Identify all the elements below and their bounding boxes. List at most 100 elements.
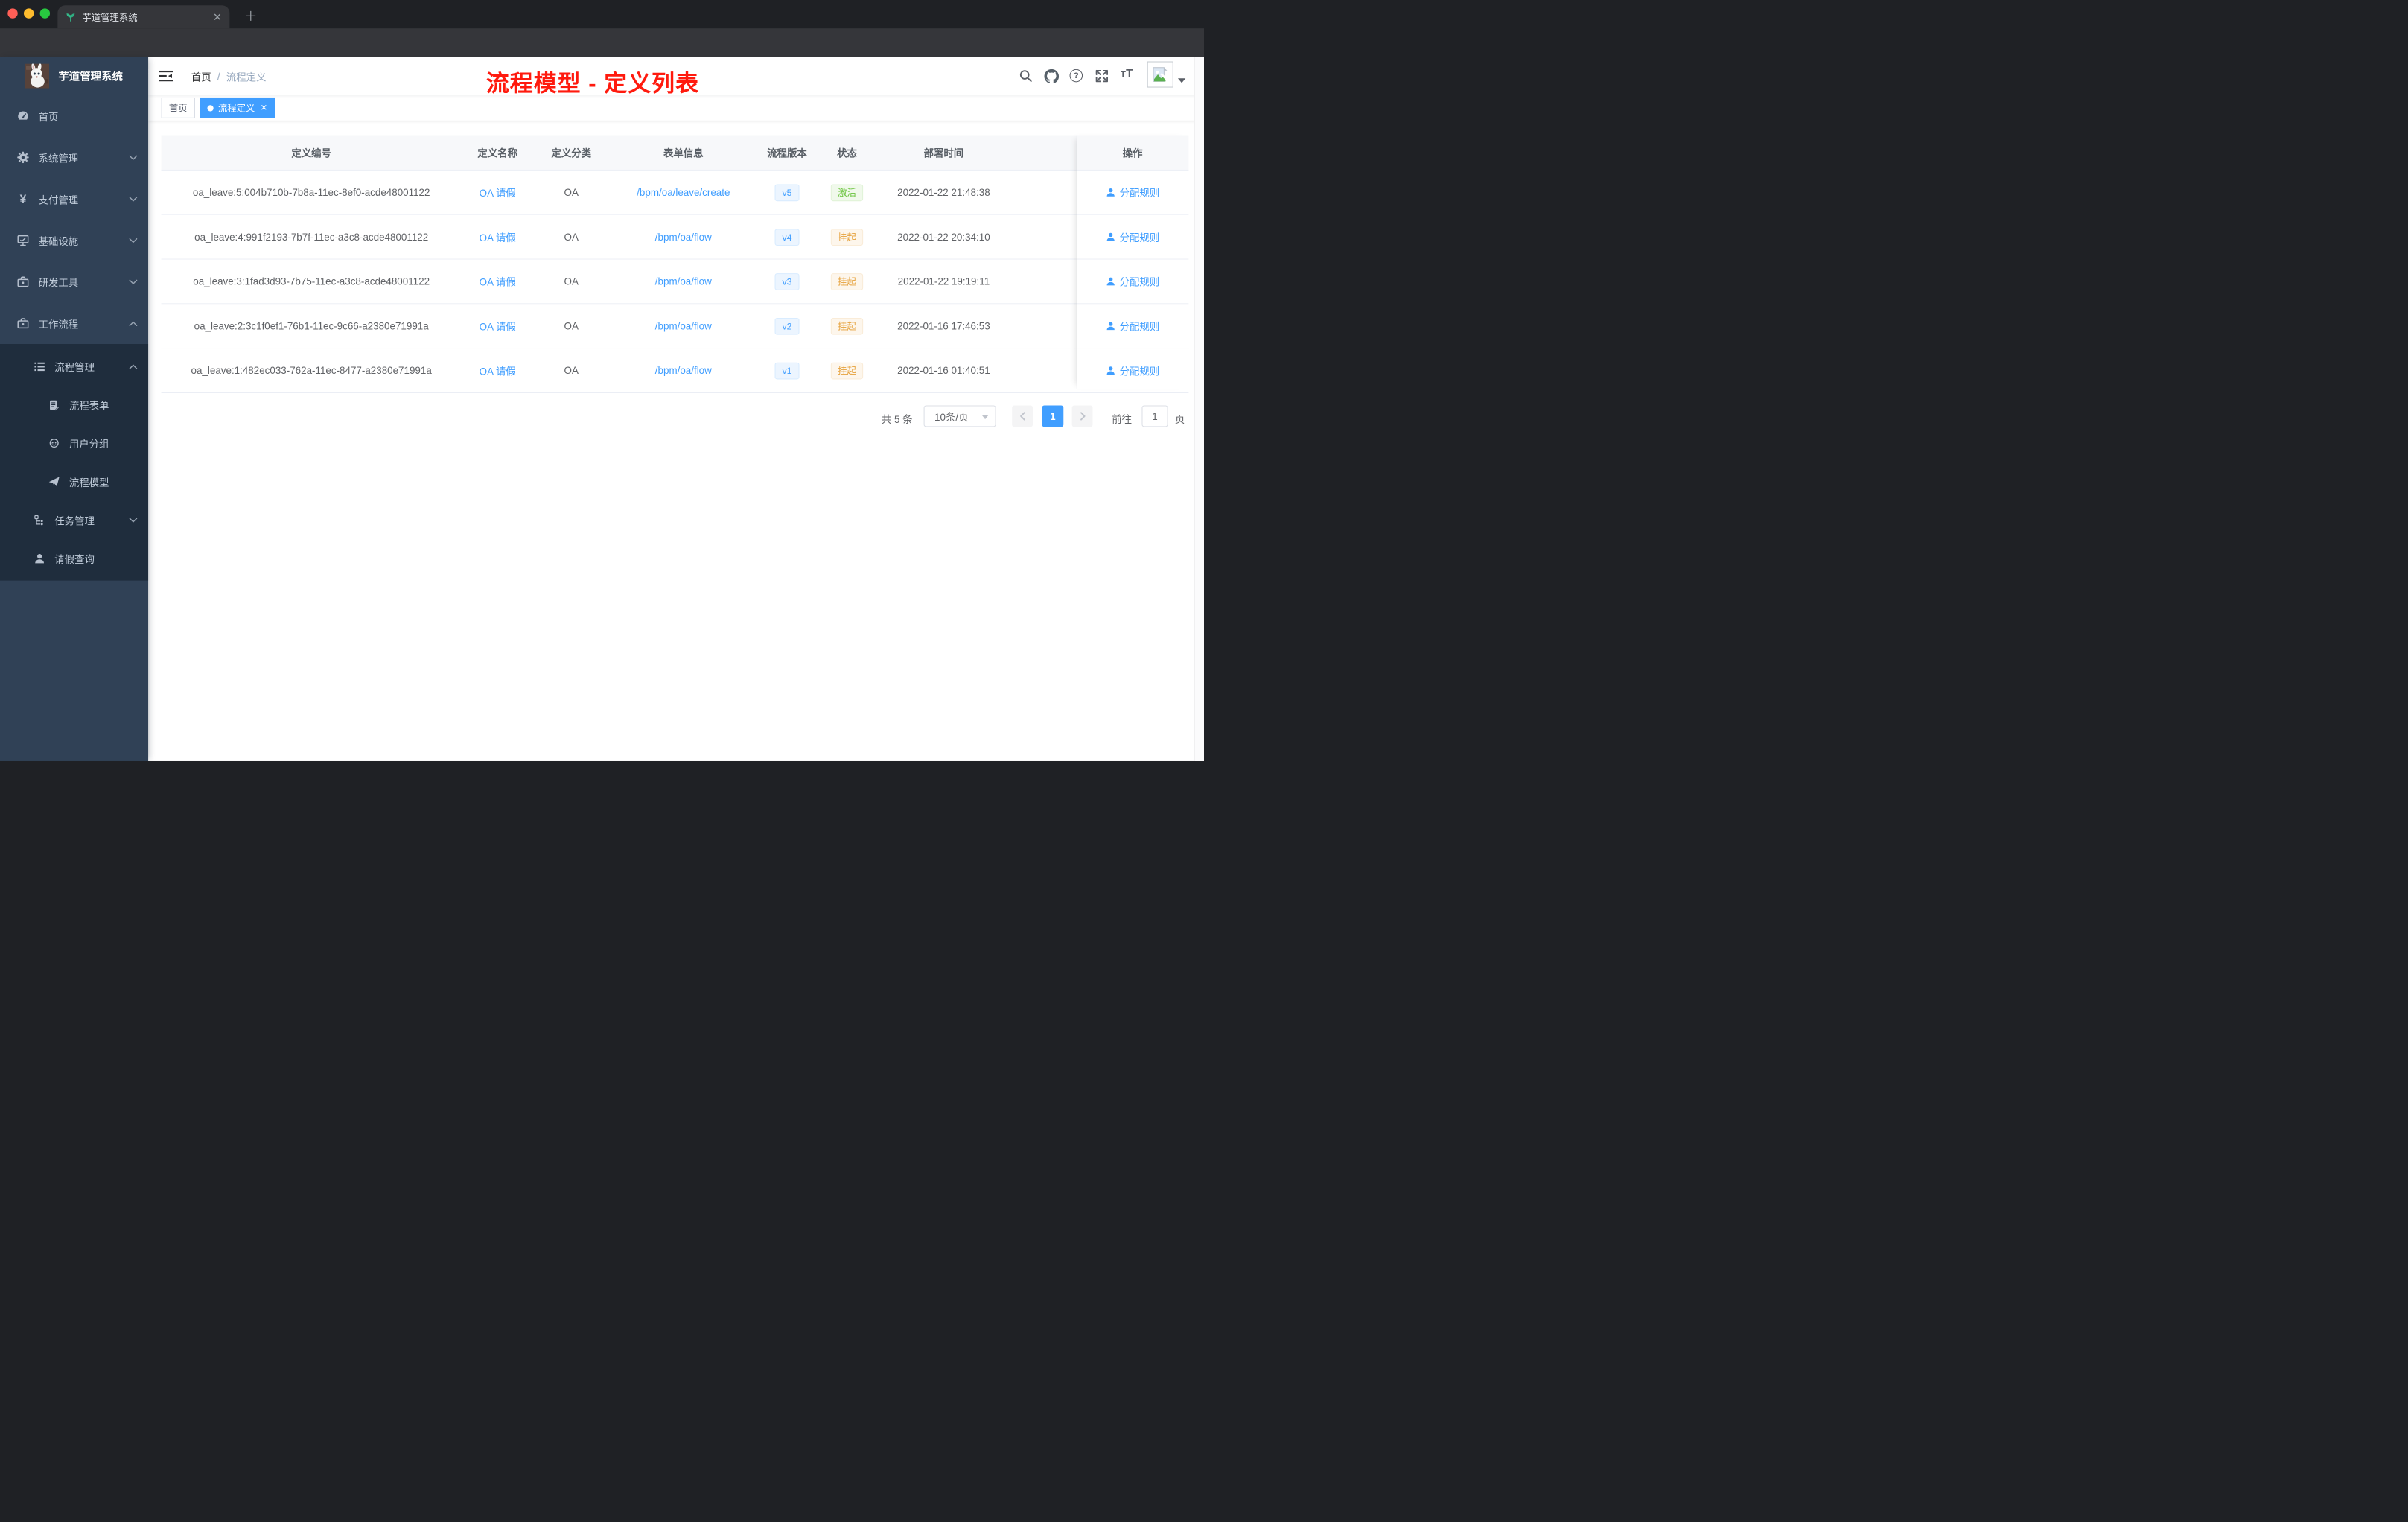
monitor-icon (17, 235, 30, 247)
sidebar-item-devtools[interactable]: 研发工具 (0, 261, 148, 303)
active-dot-icon (207, 104, 214, 112)
group-icon (48, 437, 60, 450)
breadcrumb: 首页 / 流程定义 (191, 57, 267, 95)
tag-close-icon[interactable]: ✕ (261, 103, 268, 112)
chevron-left-icon (1019, 412, 1025, 421)
cell-form-link[interactable]: /bpm/oa/flow (609, 276, 758, 287)
chevron-down-icon (129, 517, 138, 523)
sidebar-item-process-model[interactable]: 流程模型 (0, 462, 148, 501)
next-page-button[interactable] (1071, 405, 1093, 427)
yen-icon: ¥ (19, 192, 27, 206)
cell-form-link[interactable]: /bpm/oa/flow (609, 231, 758, 242)
assign-rule-button[interactable]: 分配规则 (1106, 274, 1159, 289)
definition-table: 定义编号 定义名称 定义分类 表单信息 流程版本 状态 部署时间 操作 oa_l… (161, 135, 1189, 393)
sidebar-item-label: 用户分组 (69, 438, 109, 450)
tab-close-icon[interactable]: ✕ (213, 11, 222, 22)
sidebar-item-system[interactable]: 系统管理 (0, 137, 148, 179)
user-icon (1106, 322, 1115, 331)
table-row: oa_leave:1:482ec033-762a-11ec-8477-a2380… (161, 348, 1189, 393)
window-zoom-button[interactable] (39, 8, 51, 19)
assign-rule-button[interactable]: 分配规则 (1106, 363, 1159, 378)
prev-page-button[interactable] (1012, 405, 1033, 427)
sidebar-collapse-icon[interactable] (159, 70, 173, 82)
browser-tab[interactable]: 芋道管理系统 ✕ (57, 5, 230, 29)
cell-definition-id: oa_leave:1:482ec033-762a-11ec-8477-a2380… (191, 364, 432, 377)
avatar-caret-icon[interactable] (1177, 78, 1186, 83)
sidebar-item-label: 任务管理 (54, 515, 95, 526)
tag-home[interactable]: 首页 (161, 97, 195, 118)
select-caret-icon (981, 415, 989, 420)
app-title: 芋道管理系统 (58, 69, 123, 83)
cell-definition-name-link[interactable]: OA 请假 (462, 319, 534, 334)
cell-form-link[interactable]: /bpm/oa/leave/create (609, 187, 758, 198)
chevron-down-icon (129, 279, 138, 284)
assign-rule-button[interactable]: 分配规则 (1106, 319, 1159, 334)
tag-label: 首页 (168, 103, 188, 114)
page-unit-label: 页 (1174, 413, 1185, 426)
sidebar-item-workflow[interactable]: 工作流程 (0, 302, 148, 344)
page-size-select[interactable]: 10条/页 (923, 405, 996, 427)
sidebar-item-infrastructure[interactable]: 基础设施 (0, 220, 148, 261)
assign-rule-button[interactable]: 分配规则 (1106, 185, 1159, 200)
tab-favicon-plant-icon (66, 11, 76, 22)
fullscreen-icon[interactable] (1095, 69, 1109, 83)
search-icon[interactable] (1019, 69, 1033, 83)
page-number-button[interactable]: 1 (1042, 405, 1064, 427)
cell-deploy-time: 2022-01-22 21:48:38 (897, 186, 990, 199)
browser-toolbar: 不安全 dashboard.yudao.iocoder.cn/bpm/manag… (0, 28, 1204, 83)
tag-process-definition[interactable]: 流程定义 ✕ (200, 97, 275, 118)
assign-rule-button[interactable]: 分配规则 (1106, 229, 1159, 244)
column-header: 定义分类 (551, 147, 592, 159)
sidebar-item-process-form[interactable]: 流程表单 (0, 386, 148, 424)
status-badge: 激活 (830, 183, 864, 201)
goto-page-input[interactable] (1141, 405, 1168, 427)
window-minimize-button[interactable] (23, 8, 34, 19)
cell-definition-name-link[interactable]: OA 请假 (462, 274, 534, 289)
version-badge: v2 (774, 317, 800, 335)
sidebar-item-task-management[interactable]: 任务管理 (0, 500, 148, 539)
cell-definition-name-link[interactable]: OA 请假 (462, 185, 534, 200)
cell-definition-name-link[interactable]: OA 请假 (462, 363, 534, 378)
sidebar-item-user-group[interactable]: 用户分组 (0, 424, 148, 462)
sidebar-item-leave-query[interactable]: 请假查询 (0, 539, 148, 578)
cell-deploy-time: 2022-01-22 19:19:11 (897, 276, 990, 287)
cell-definition-id: oa_leave:5:004b710b-7b8a-11ec-8ef0-acde4… (192, 186, 430, 199)
version-badge: v1 (774, 362, 800, 379)
sidebar-item-label: 流程管理 (54, 361, 95, 373)
window-close-button[interactable] (7, 8, 18, 19)
version-badge: v4 (774, 228, 800, 246)
cell-definition-name-link[interactable]: OA 请假 (462, 229, 534, 244)
table-row: oa_leave:5:004b710b-7b8a-11ec-8ef0-acde4… (161, 170, 1189, 215)
cell-category: OA (564, 231, 579, 243)
sidebar-item-payment[interactable]: ¥ 支付管理 (0, 178, 148, 220)
column-header: 状态 (837, 147, 857, 159)
avatar[interactable] (1147, 61, 1173, 88)
sidebar-item-label: 请假查询 (54, 553, 95, 565)
sidebar-item-label: 支付管理 (38, 194, 79, 206)
page-annotation: 流程模型 - 定义列表 (485, 71, 700, 97)
chevron-down-icon (129, 238, 138, 243)
column-header: 表单信息 (663, 147, 704, 159)
font-size-icon[interactable]: ᴛT (1121, 68, 1133, 81)
user-icon (1106, 277, 1115, 286)
cell-form-link[interactable]: /bpm/oa/flow (609, 365, 758, 376)
sidebar-item-process-management[interactable]: 流程管理 (0, 347, 148, 386)
help-icon[interactable]: ? (1069, 69, 1083, 83)
scrollbar[interactable] (1194, 57, 1204, 761)
cell-form-link[interactable]: /bpm/oa/flow (609, 320, 758, 331)
sidebar-item-home[interactable]: 首页 (0, 95, 148, 137)
tab-title: 芋道管理系统 (82, 11, 138, 23)
screenshot-root: 芋道管理系统 ✕ ＋ 不安全 dashboard.yudao.iocoder.c… (0, 0, 1204, 761)
pagination-total: 共 5 条 (881, 413, 913, 426)
cell-deploy-time: 2022-01-16 17:46:53 (897, 320, 990, 332)
table-row: oa_leave:3:1fad3d93-7b75-11ec-a3c8-acde4… (161, 259, 1189, 305)
new-tab-button[interactable]: ＋ (244, 10, 258, 23)
broken-image-icon (1153, 67, 1168, 82)
logo-rabbit-avatar (25, 63, 49, 89)
breadcrumb-home[interactable]: 首页 (191, 69, 211, 83)
tag-label: 流程定义 (217, 103, 255, 114)
github-icon[interactable] (1044, 69, 1060, 84)
goto-label: 前往 (1112, 413, 1133, 426)
status-badge: 挂起 (830, 228, 864, 246)
version-badge: v3 (774, 273, 800, 290)
